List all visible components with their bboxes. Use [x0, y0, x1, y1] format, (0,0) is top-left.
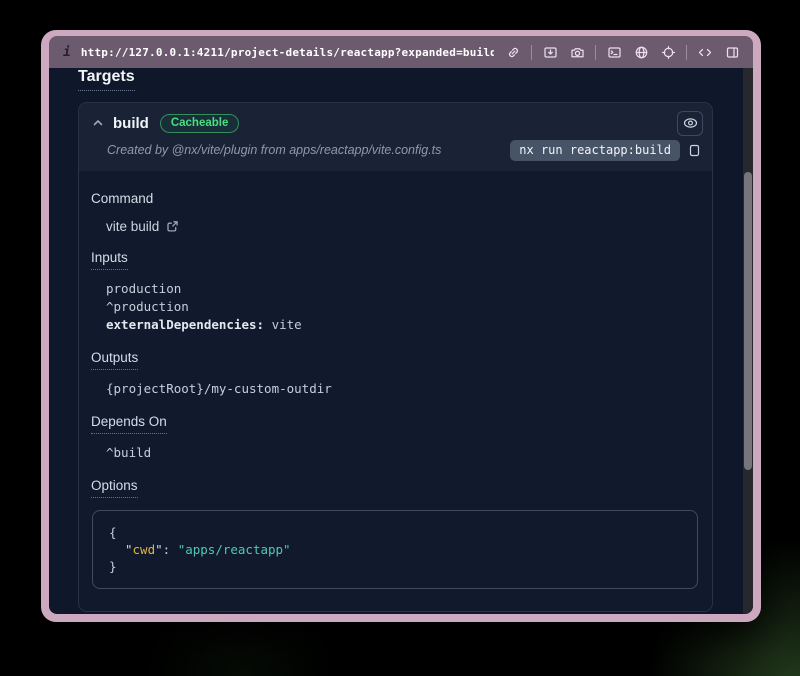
- input-item: ^production: [106, 298, 698, 316]
- inputs-label[interactable]: Inputs: [91, 250, 128, 270]
- build-header-row[interactable]: build Cacheable: [92, 109, 703, 137]
- browser-window: i http://127.0.0.1:4211/project-details/…: [41, 30, 761, 622]
- split-panel-icon[interactable]: [723, 43, 741, 61]
- input-value: vite: [264, 317, 302, 332]
- toolbar-divider: [595, 45, 596, 60]
- created-by-text: Created by @nx/vite/plugin from apps/rea…: [107, 143, 441, 157]
- command-label: Command: [91, 191, 153, 206]
- json-value: "apps/reactapp": [178, 542, 291, 557]
- outputs-section: Outputs {projectRoot}/my-custom-outdir: [91, 349, 698, 398]
- code-line: "cwd": "apps/reactapp": [109, 541, 681, 558]
- command-section: Command vite build: [91, 190, 698, 234]
- options-section: Options { "cwd": "apps/reactapp" }: [91, 477, 698, 589]
- view-target-graph-button[interactable]: [677, 111, 703, 136]
- build-target-header: build Cacheable Created by @nx/vite/plug…: [79, 103, 712, 171]
- link-icon[interactable]: [504, 43, 522, 61]
- terminal-icon[interactable]: [605, 43, 623, 61]
- options-code-block: { "cwd": "apps/reactapp" }: [92, 510, 698, 589]
- depends-on-item: ^build: [106, 444, 698, 462]
- project-details-viewport: Targets build Cacheable: [49, 68, 753, 614]
- depends-on-label[interactable]: Depends On: [91, 414, 167, 434]
- camera-icon[interactable]: [568, 43, 586, 61]
- run-command-chip: nx run reactapp:build: [510, 140, 680, 161]
- toolbar-divider: [531, 45, 532, 60]
- targets-heading[interactable]: Targets: [78, 68, 135, 91]
- external-link-icon[interactable]: [166, 220, 179, 233]
- options-label[interactable]: Options: [91, 478, 138, 498]
- inputs-section: Inputs production ^production externalDe…: [91, 249, 698, 334]
- code-line: }: [109, 558, 681, 575]
- input-item: production: [106, 280, 698, 298]
- cacheable-badge: Cacheable: [160, 114, 240, 133]
- depends-on-section: Depends On ^build: [91, 413, 698, 462]
- code-icon[interactable]: [696, 43, 714, 61]
- toolbar-divider: [686, 45, 687, 60]
- code-line: {: [109, 524, 681, 541]
- titlebar-toolbar: [504, 43, 741, 61]
- download-icon[interactable]: [541, 43, 559, 61]
- input-key: externalDependencies:: [106, 317, 264, 332]
- scrollbar-track[interactable]: [743, 68, 753, 614]
- scrollbar-thumb[interactable]: [744, 172, 752, 470]
- browser-titlebar: i http://127.0.0.1:4211/project-details/…: [49, 36, 753, 68]
- target-name: build: [113, 115, 149, 132]
- build-target-card: build Cacheable Created by @nx/vite/plug…: [78, 102, 713, 612]
- copy-icon[interactable]: [688, 143, 701, 158]
- build-target-details: Command vite build Inputs production: [79, 171, 712, 611]
- outputs-label[interactable]: Outputs: [91, 350, 138, 370]
- input-item: externalDependencies: vite: [106, 316, 698, 334]
- json-key: cwd: [133, 542, 156, 557]
- info-icon: i: [63, 45, 71, 60]
- build-header-subrow: Created by @nx/vite/plugin from apps/rea…: [92, 137, 703, 163]
- output-item: {projectRoot}/my-custom-outdir: [106, 380, 698, 398]
- chevron-up-icon[interactable]: [92, 117, 104, 129]
- target-icon[interactable]: [659, 43, 677, 61]
- globe-icon[interactable]: [632, 43, 650, 61]
- url-bar[interactable]: http://127.0.0.1:4211/project-details/re…: [81, 46, 494, 59]
- command-value: vite build: [106, 219, 159, 234]
